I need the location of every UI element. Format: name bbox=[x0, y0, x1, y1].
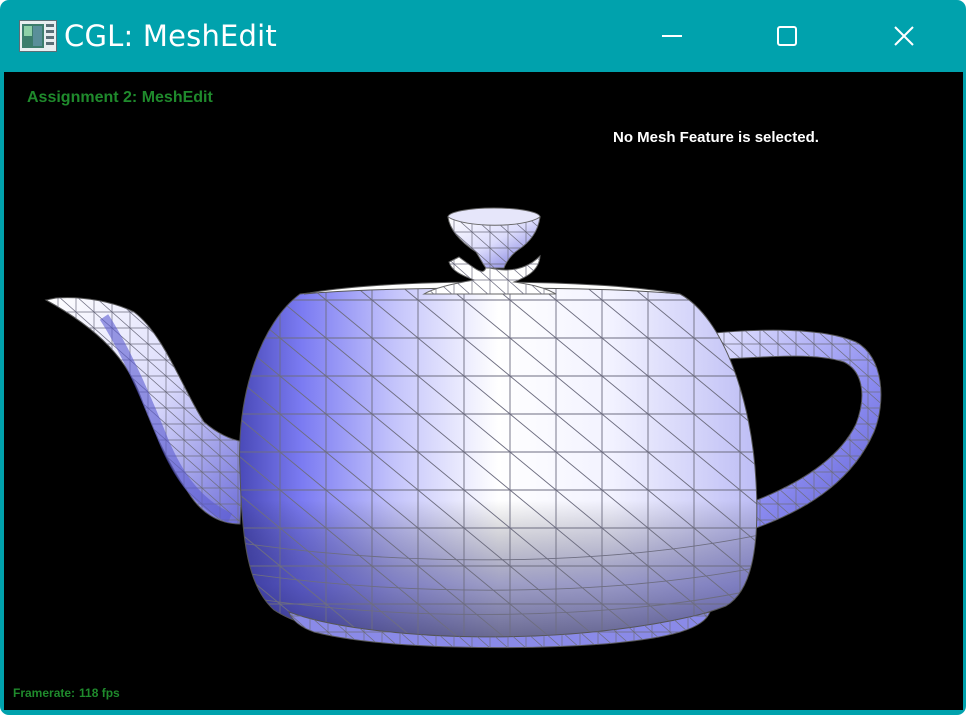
teapot-spout bbox=[44, 297, 245, 525]
assignment-label: Assignment 2: MeshEdit bbox=[27, 89, 213, 106]
teapot-lid bbox=[303, 207, 681, 295]
close-button[interactable] bbox=[874, 14, 934, 58]
app-icon bbox=[19, 20, 57, 52]
framerate-label: Framerate: bbox=[13, 686, 76, 700]
window-title: CGL: MeshEdit bbox=[64, 19, 277, 53]
minimize-button[interactable] bbox=[642, 14, 702, 58]
render-viewport[interactable]: Assignment 2: MeshEdit No Mesh Feature i… bbox=[4, 72, 963, 710]
title-bar[interactable]: CGL: MeshEdit bbox=[0, 0, 966, 72]
minimize-icon bbox=[662, 35, 682, 37]
maximize-button[interactable] bbox=[757, 14, 817, 58]
app-window: CGL: MeshEdit Assignment 2: MeshEdit No … bbox=[0, 0, 966, 715]
teapot-body bbox=[239, 286, 758, 649]
teapot-mesh[interactable] bbox=[4, 72, 963, 710]
selection-status: No Mesh Feature is selected. bbox=[613, 129, 819, 146]
close-icon bbox=[894, 26, 914, 46]
framerate-value: 118 fps bbox=[79, 686, 120, 700]
maximize-icon bbox=[777, 26, 797, 46]
framerate-readout: Framerate: 118 fps bbox=[13, 686, 120, 700]
